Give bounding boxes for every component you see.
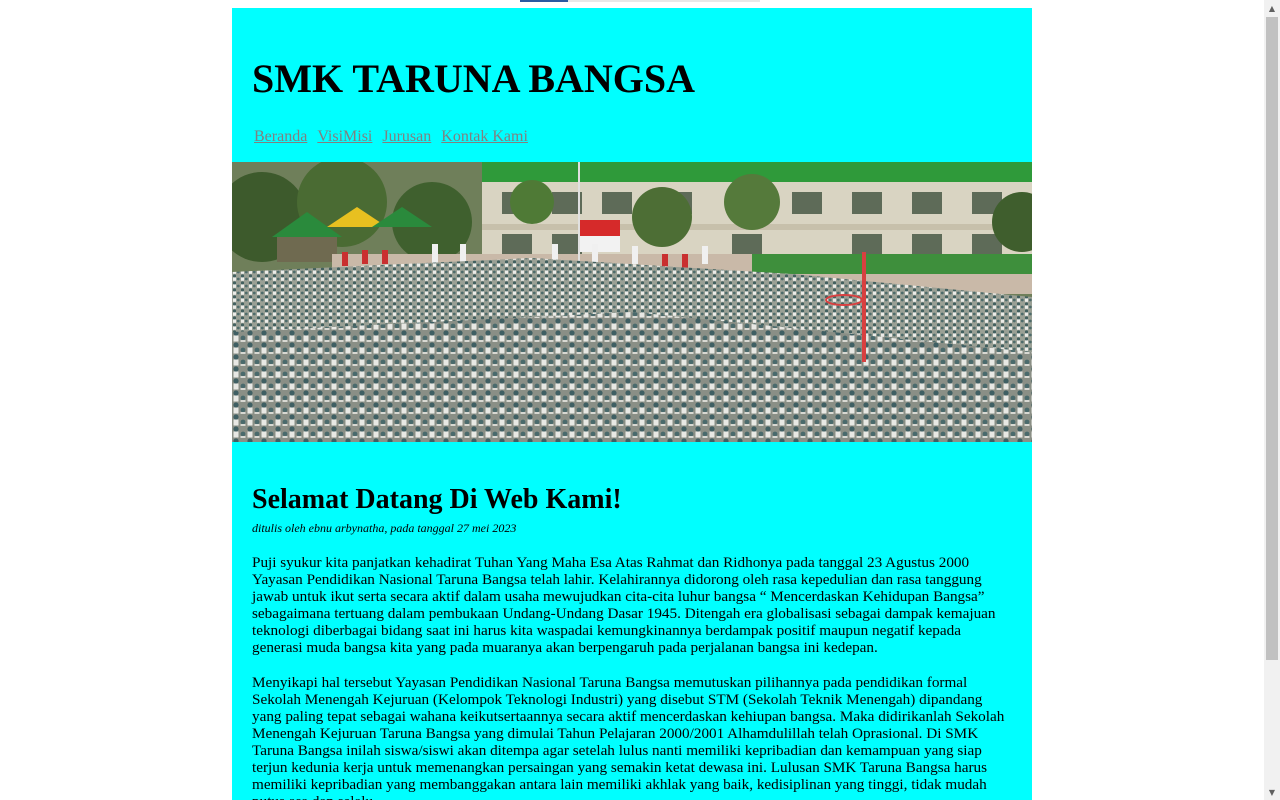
- scrollbar-thumb[interactable]: [1266, 17, 1278, 660]
- site-title: SMK TARUNA BANGSA: [252, 56, 696, 101]
- top-strip-active-indicator: [520, 0, 568, 2]
- nav-link-visimisi[interactable]: VisiMisi: [317, 128, 372, 146]
- article-byline: ditulis oleh ebnu arbynatha, pada tangga…: [252, 521, 517, 535]
- nav-link-kontak-kami[interactable]: Kontak Kami: [441, 128, 528, 146]
- nav-link-jurusan[interactable]: Jurusan: [382, 128, 431, 146]
- page-container: SMK TARUNA BANGSA Beranda VisiMisi Jurus…: [232, 8, 1032, 800]
- article: Selamat Datang Di Web Kami! ditulis oleh…: [252, 482, 1012, 800]
- vertical-scrollbar[interactable]: ▲ ▼: [1264, 0, 1280, 800]
- browser-top-strip: [520, 0, 760, 2]
- nav-link-beranda[interactable]: Beranda: [254, 128, 307, 146]
- school-assembly-photo: [232, 162, 1032, 442]
- article-paragraph: Puji syukur kita panjatkan kehadirat Tuh…: [252, 554, 996, 656]
- main-nav: Beranda VisiMisi Jurusan Kontak Kami: [254, 128, 528, 146]
- scroll-down-icon[interactable]: ▼: [1264, 784, 1280, 800]
- hero-image: [232, 162, 1032, 442]
- article-title: Selamat Datang Di Web Kami!: [252, 484, 622, 515]
- site-header: SMK TARUNA BANGSA Beranda VisiMisi Jurus…: [232, 8, 1032, 161]
- scroll-up-icon[interactable]: ▲: [1264, 0, 1280, 16]
- article-paragraph: Menyikapi hal tersebut Yayasan Pendidika…: [252, 674, 1005, 800]
